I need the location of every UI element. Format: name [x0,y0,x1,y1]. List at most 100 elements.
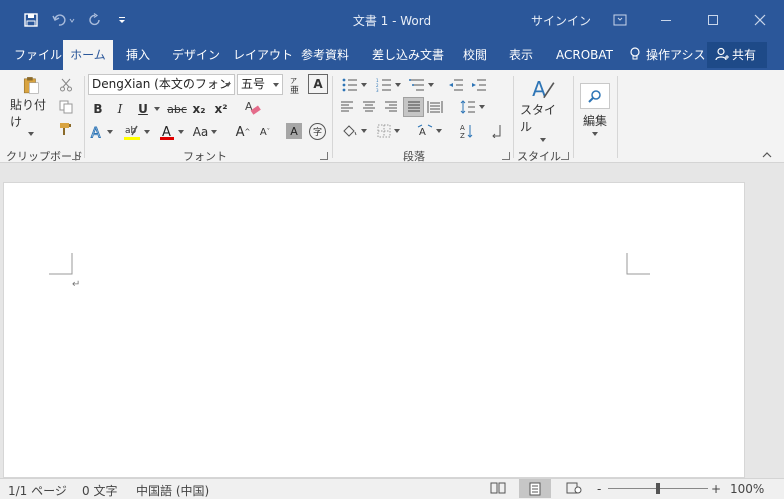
close-icon[interactable] [750,10,770,30]
format-painter-icon[interactable] [57,120,75,138]
character-border-icon[interactable]: A [308,74,328,94]
grow-font-label: A [235,124,245,140]
tab-view[interactable]: 表示 [503,40,539,70]
divider [573,76,574,158]
enclose-characters-icon[interactable]: 字 [309,123,326,140]
copy-icon[interactable] [57,98,75,116]
word-count[interactable]: 0 文字 [82,482,117,499]
paste-label: 貼り付け [10,98,47,129]
numbering-icon[interactable]: 123 [372,76,404,94]
divider [617,76,618,158]
highlight-color-icon[interactable]: ab [120,122,152,142]
paste-button[interactable]: 貼り付け [10,76,52,136]
styles-button[interactable]: A スタイル [520,76,566,142]
tab-design[interactable]: デザイン [166,40,226,70]
tab-review[interactable]: 校閲 [457,40,493,70]
divider [332,76,333,158]
minimize-icon[interactable] [656,10,676,30]
zoom-slider-thumb[interactable] [656,483,660,494]
document-page[interactable]: ↵ [3,182,745,478]
signin-link[interactable]: サインイン [531,12,591,29]
zoom-level[interactable]: 100% [730,482,764,496]
svg-text:Z: Z [460,132,465,139]
change-case-label: Aa [192,125,209,139]
subscript-button[interactable]: x₂ [190,100,208,118]
line-spacing-icon[interactable] [457,98,487,116]
strikethrough-button[interactable]: abc [166,100,188,118]
print-layout-icon[interactable] [519,479,551,498]
tab-insert[interactable]: 挿入 [120,40,156,70]
align-left-icon[interactable] [338,98,356,116]
share-button[interactable]: 共有 [707,42,767,68]
font-name-combo[interactable]: DengXian (本文のフォント [88,74,235,95]
zoom-in-button[interactable]: + [711,482,721,496]
tab-home[interactable]: ホーム [63,40,113,70]
tab-mailings[interactable]: 差し込み文書 [366,40,450,70]
grow-font-icon[interactable]: A ^ [234,122,252,142]
clipboard-icon [23,77,39,94]
tab-acrobat[interactable]: ACROBAT [550,40,619,70]
text-effects-icon[interactable]: A [89,122,113,142]
collapse-ribbon-icon[interactable] [760,148,774,160]
maximize-icon[interactable] [703,10,723,30]
web-layout-icon[interactable] [566,481,582,498]
italic-button[interactable]: I [111,100,129,118]
share-label: 共有 [732,48,757,62]
divider [513,76,514,158]
decrease-indent-icon[interactable] [447,76,465,94]
editing-button[interactable]: 編集 [578,76,612,142]
svg-text:ア: ア [290,77,297,85]
tab-file[interactable]: ファイル [8,40,68,70]
margin-corner-top-right [626,253,650,275]
bullets-icon[interactable] [338,76,370,94]
show-marks-icon[interactable] [488,122,506,140]
underline-button[interactable]: U [134,100,152,118]
tell-me-label: 操作アシス [646,48,706,62]
read-mode-icon[interactable] [490,481,506,498]
clipboard-launcher-icon[interactable] [72,152,80,160]
font-size-combo[interactable]: 五号 [237,74,283,95]
align-center-icon[interactable] [360,98,378,116]
language-indicator[interactable]: 中国語 (中国) [136,482,209,499]
paragraph-mark: ↵ [72,279,81,290]
font-group-label: フォント [183,150,227,163]
distributed-icon[interactable] [426,98,444,116]
asian-layout-icon[interactable]: A [414,122,444,140]
styles-launcher-icon[interactable] [561,152,569,160]
paragraph-launcher-icon[interactable] [502,152,510,160]
svg-text:A: A [91,126,101,140]
phonetic-guide-icon[interactable]: ア亜 [286,74,304,96]
multilevel-list-icon[interactable] [406,76,436,94]
font-color-icon[interactable]: A [156,122,186,142]
zoom-out-button[interactable]: - [597,482,601,496]
ribbon-home: 貼り付け クリップボード DengXian (本文のフォント 五号 ア亜 A B… [0,70,784,163]
font-launcher-icon[interactable] [320,152,328,160]
character-shading-icon[interactable]: A [286,123,302,139]
borders-icon[interactable] [372,122,404,140]
sort-icon[interactable]: AZ [457,122,477,140]
tab-references[interactable]: 参考資料 [295,40,355,70]
shrink-font-icon[interactable]: Aˇ [256,122,274,142]
styles-group-label: スタイル [517,150,561,163]
tab-layout[interactable]: レイアウト [227,40,299,70]
ribbon-display-options-icon[interactable] [610,10,630,30]
tell-me-box[interactable]: 操作アシス [630,40,712,70]
increase-indent-icon[interactable] [470,76,488,94]
lightbulb-icon [630,40,640,70]
paragraph-group-label: 段落 [403,150,425,163]
bold-button[interactable]: B [89,100,107,118]
divider [84,76,85,158]
styles-label: スタイル [520,103,557,134]
clear-formatting-icon[interactable]: A [243,98,263,118]
font-name-value: DengXian (本文のフォント [92,77,235,91]
cut-icon[interactable] [57,76,75,94]
page-count[interactable]: 1/1 ページ [8,482,67,499]
underline-dropdown-icon[interactable] [152,100,162,118]
svg-text:A: A [419,127,426,138]
zoom-slider[interactable] [608,483,708,494]
change-case-button[interactable]: Aa [190,122,220,142]
shading-icon[interactable] [338,122,370,140]
align-right-icon[interactable] [382,98,400,116]
superscript-button[interactable]: x² [212,100,230,118]
justify-icon[interactable] [403,97,424,117]
